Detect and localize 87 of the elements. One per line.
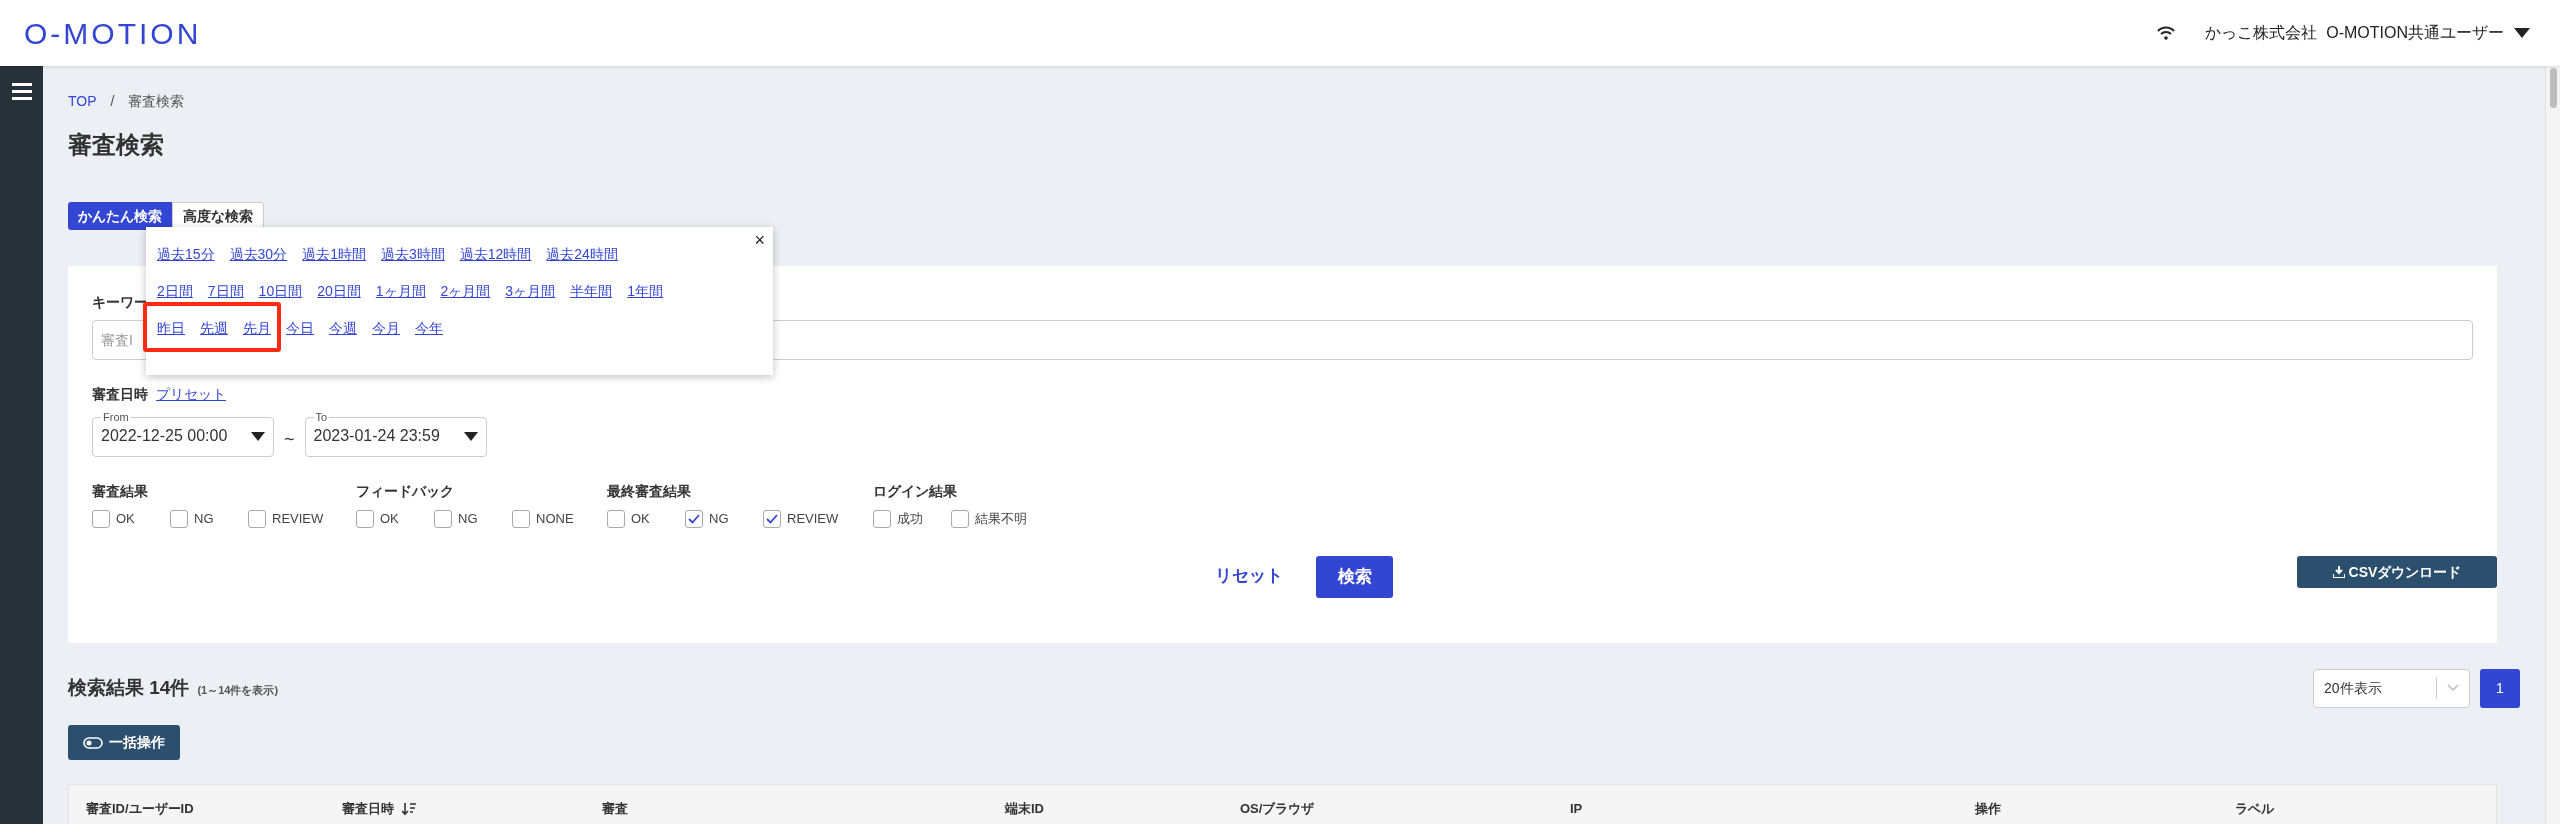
caret-icon: [463, 431, 478, 441]
checkbox-label: NG: [194, 510, 214, 528]
page-size-select[interactable]: 20件表示: [2313, 668, 2470, 708]
page-title: 審査検索: [68, 130, 165, 160]
preset-link[interactable]: 2ヶ月間: [440, 281, 491, 301]
tab[interactable]: かんたん検索: [68, 202, 172, 230]
sort-icon: [402, 802, 416, 816]
preset-link[interactable]: 過去30分: [229, 244, 288, 264]
checkbox[interactable]: [763, 509, 781, 528]
user-menu[interactable]: かっこ株式会社 O-MOTION共通ユーザー: [2205, 21, 2530, 45]
breadcrumb-current: 審査検索: [128, 91, 185, 111]
checkbox[interactable]: [512, 509, 530, 528]
date-select[interactable]: To 2023-01-24 23:59: [304, 411, 487, 457]
breadcrumb-separator: /: [109, 91, 116, 111]
field-label: 審査日時: [92, 384, 148, 404]
checkbox-label: REVIEW: [787, 510, 839, 528]
preset-link[interactable]: 7日間: [207, 281, 244, 301]
menu-icon[interactable]: [11, 82, 32, 100]
reset-button[interactable]: リセット: [1215, 563, 1283, 589]
preset-link[interactable]: 過去12時間: [459, 244, 532, 264]
preset-link[interactable]: 2日間: [157, 281, 193, 301]
scrollbar[interactable]: [2545, 66, 2560, 824]
logo[interactable]: O-MOTION: [24, 10, 202, 56]
range-separator: ~: [284, 427, 295, 451]
column-header[interactable]: 操作: [1958, 799, 2218, 819]
checkbox-label: OK: [380, 510, 399, 528]
checkbox[interactable]: [873, 509, 891, 528]
checkbox[interactable]: [248, 509, 266, 528]
caret-icon: [2514, 28, 2530, 38]
preset-link[interactable]: 1年間: [627, 281, 663, 301]
preset-link[interactable]: 今年: [415, 318, 443, 338]
column-header[interactable]: 審査: [585, 799, 988, 819]
preset-link[interactable]: 先月: [243, 318, 271, 338]
preset-link[interactable]: 3ヶ月間: [505, 281, 556, 301]
column-header[interactable]: IP: [1553, 799, 1958, 819]
column-header[interactable]: OS/ブラウザ: [1223, 799, 1553, 819]
date-select[interactable]: From 2022-12-25 00:00: [92, 411, 274, 457]
checkbox-label: 成功: [897, 510, 923, 528]
preset-link[interactable]: 昨日: [157, 318, 185, 338]
csv-download-button[interactable]: CSVダウンロード: [2297, 556, 2497, 588]
preset-link[interactable]: 先週: [200, 318, 228, 338]
checkbox-label: OK: [631, 510, 650, 528]
wifi-icon: [2157, 26, 2176, 40]
download-icon: [2332, 566, 2345, 578]
preset-link[interactable]: 過去24時間: [546, 244, 618, 264]
preset-link[interactable]: 1ヶ月間: [375, 281, 426, 301]
checkbox-label: OK: [116, 510, 135, 528]
preset-link[interactable]: 過去15分: [157, 244, 215, 264]
preset-link[interactable]: 過去1時間: [302, 244, 366, 264]
page-button[interactable]: 1: [2480, 668, 2520, 708]
breadcrumb-link[interactable]: TOP: [68, 90, 97, 112]
group-label: 最終審査結果: [607, 482, 692, 499]
preset-link[interactable]: 10日間: [258, 281, 303, 301]
column-header[interactable]: 審査ID/ユーザーID: [69, 799, 325, 819]
results-range: (1～14件を表示): [197, 682, 279, 698]
preset-link[interactable]: 今日: [286, 318, 314, 338]
close-button[interactable]: ×: [754, 231, 765, 249]
column-header[interactable]: 審査日時: [325, 799, 585, 819]
tab[interactable]: 高度な検索: [172, 202, 264, 230]
checkbox-label: REVIEW: [272, 510, 324, 528]
checkbox-label: NONE: [536, 510, 574, 528]
toggle-icon: [83, 736, 103, 749]
checkbox[interactable]: [607, 509, 625, 528]
checkbox[interactable]: [434, 509, 452, 528]
preset-link[interactable]: 今月: [372, 318, 400, 338]
checkbox[interactable]: [92, 509, 110, 528]
checkbox[interactable]: [356, 509, 374, 528]
checkbox[interactable]: [685, 509, 703, 528]
preset-link[interactable]: 半年間: [570, 281, 613, 301]
checkbox[interactable]: [951, 509, 969, 528]
checkbox[interactable]: [170, 509, 188, 528]
group-label: フィードバック: [356, 482, 455, 499]
preset-link[interactable]: 過去3時間: [380, 244, 445, 264]
preset-link[interactable]: 今週: [329, 318, 357, 338]
checkbox-label: 結果不明: [975, 510, 1027, 528]
preset-link[interactable]: 20日間: [317, 281, 361, 301]
column-header[interactable]: ラベル: [2218, 799, 2418, 819]
checkbox-label: NG: [458, 510, 478, 528]
group-label: ログイン結果: [873, 482, 958, 499]
search-button[interactable]: 検索: [1316, 556, 1393, 598]
caret-icon: [251, 431, 265, 441]
preset-link[interactable]: プリセット: [156, 383, 226, 405]
checkbox-label: NG: [709, 510, 729, 528]
bulk-action-button[interactable]: 一括操作: [68, 725, 180, 760]
column-header[interactable]: 端末ID: [988, 799, 1223, 819]
group-label: 審査結果: [92, 482, 149, 499]
results-title: 検索結果 14件: [68, 675, 190, 700]
